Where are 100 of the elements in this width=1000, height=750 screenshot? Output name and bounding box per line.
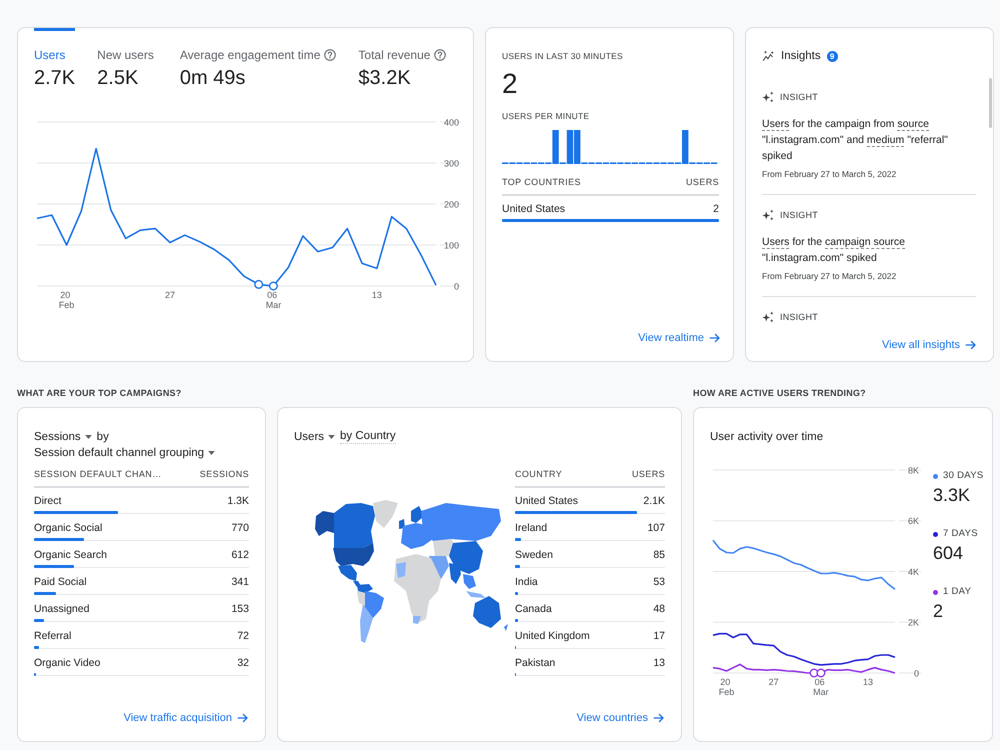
metric-dropdown[interactable]: Sessions (34, 430, 92, 444)
table-cell: 341 (231, 575, 249, 589)
table-cell: Organic Video (34, 656, 100, 670)
table-cell: Canada (515, 602, 552, 616)
card-title: USERS IN LAST 30 MINUTES (502, 50, 624, 62)
section-heading: HOW ARE ACTIVE USERS TRENDING? (693, 387, 867, 399)
card-title: User activity over time (710, 430, 824, 444)
table-cell: Organic Social (34, 521, 102, 535)
table-cell: 1.3K (227, 494, 249, 508)
table-cell: 13 (653, 656, 665, 670)
axis-label: 20 Feb (718, 677, 734, 697)
table-cell: Direct (34, 494, 62, 508)
column-header: SESSIONS (200, 468, 249, 480)
column-header: SESSION DEFAULT CHAN… (34, 468, 162, 480)
arrow-right-icon (237, 712, 249, 724)
table-cell: 32 (237, 656, 249, 670)
legend-value: 604 (933, 542, 964, 564)
axis-label: 400 (444, 117, 459, 128)
insight-text: Users for the campaign source "l.instagram.com" spiked (762, 235, 906, 266)
insight-date: From February 27 to March 5, 2022 (762, 270, 898, 282)
arrow-right-icon (965, 339, 977, 351)
by-label: by (96, 430, 109, 444)
column-header: TOP COUNTRIES (502, 176, 581, 188)
axis-label: 06 Mar (813, 677, 829, 697)
table-cell: India (515, 575, 538, 589)
user-count: 2 (502, 68, 519, 100)
insight-text: Users for the campaign from source "l.instagram.com" and medium "referral" spiked (762, 117, 949, 164)
table-cell: 85 (653, 548, 665, 562)
axis-label: 13 (372, 290, 382, 300)
column-header: COUNTRY (515, 468, 562, 480)
dimension-label: by Country (340, 430, 396, 444)
axis-label: 100 (444, 240, 459, 250)
view-countries-link[interactable]: View countries (576, 711, 665, 725)
view-traffic-link[interactable]: View traffic acquisition (124, 711, 249, 725)
metric-tab[interactable]: Users 2.7K (34, 28, 76, 91)
table-cell: 72 (237, 629, 249, 643)
section-heading: WHAT ARE YOUR TOP CAMPAIGNS? (17, 387, 182, 399)
metric-tab[interactable]: Average engagement time 0m 49s (180, 28, 336, 91)
table-cell: Sweden (515, 548, 553, 562)
axis-label: 300 (444, 158, 459, 168)
table-cell: Pakistan (515, 656, 556, 670)
legend-label: 7 DAYS (943, 528, 978, 540)
legend-value: 3.3K (933, 484, 972, 506)
table-cell: 107 (647, 521, 665, 535)
metric-tab[interactable]: Total revenue $3.2K (358, 28, 446, 91)
column-header: USERS (632, 468, 665, 480)
insight-label: INSIGHT (780, 209, 818, 222)
legend-label: 1 DAY (943, 586, 972, 598)
count-badge: 9 (826, 50, 838, 62)
metric-tab[interactable]: New users 2.5K (97, 28, 158, 91)
caret-icon (208, 451, 216, 455)
table-cell: United States (502, 202, 566, 216)
table-cell: 2.1K (643, 494, 665, 508)
caret-icon (84, 435, 92, 439)
insight-date: From February 27 to March 5, 2022 (762, 168, 898, 180)
table-cell: Referral (34, 629, 72, 643)
column-header: USERS (686, 176, 719, 188)
table-cell: Unassigned (34, 602, 90, 616)
metric-dropdown[interactable]: Users (294, 430, 336, 444)
table-cell: United States (515, 494, 578, 508)
axis-label: 6K (908, 516, 919, 526)
table-cell: 612 (231, 548, 249, 562)
axis-label: 27 (165, 290, 175, 300)
axis-label: 13 (863, 677, 874, 687)
table-cell: 770 (231, 521, 249, 535)
insight-label: INSIGHT (780, 91, 818, 104)
insight-label: INSIGHT (780, 311, 818, 324)
dimension-dropdown[interactable]: Session default channel grouping (34, 446, 216, 460)
legend-value: 2 (933, 600, 944, 622)
table-cell: United Kingdom (515, 629, 590, 643)
axis-label: 2K (908, 618, 919, 628)
table-cell: Organic Search (34, 548, 107, 562)
axis-label: 06 Mar (266, 290, 282, 310)
table-cell: Ireland (515, 521, 548, 535)
table-cell: 48 (653, 602, 665, 616)
table-cell: 153 (231, 602, 249, 616)
table-cell: 2 (713, 202, 719, 216)
sparkle-icon (762, 311, 774, 323)
table-cell: Paid Social (34, 575, 87, 589)
legend-label: 30 DAYS (943, 470, 984, 482)
axis-label: 0 (914, 668, 919, 678)
view-insights-link[interactable]: View all insights (882, 338, 977, 352)
arrow-right-icon (709, 332, 721, 344)
axis-label: 0 (454, 281, 459, 292)
trend-sparkle-icon (762, 50, 775, 62)
view-realtime-link[interactable]: View realtime (638, 331, 721, 345)
arrow-right-icon (653, 712, 665, 724)
table-cell: 53 (653, 575, 665, 589)
axis-label: 8K (908, 465, 919, 476)
caret-icon (328, 435, 336, 439)
card-title: Insights (781, 50, 821, 62)
axis-label: 27 (768, 677, 779, 687)
sparkle-icon (762, 209, 774, 221)
axis-label: 20 Feb (58, 290, 74, 310)
axis-label: 200 (444, 199, 459, 210)
sparkle-icon (762, 91, 774, 103)
chart-subtitle: USERS PER MINUTE (502, 110, 590, 122)
axis-label: 4K (908, 566, 919, 577)
scrollbar-thumb[interactable] (989, 78, 992, 128)
table-cell: 17 (653, 629, 665, 643)
